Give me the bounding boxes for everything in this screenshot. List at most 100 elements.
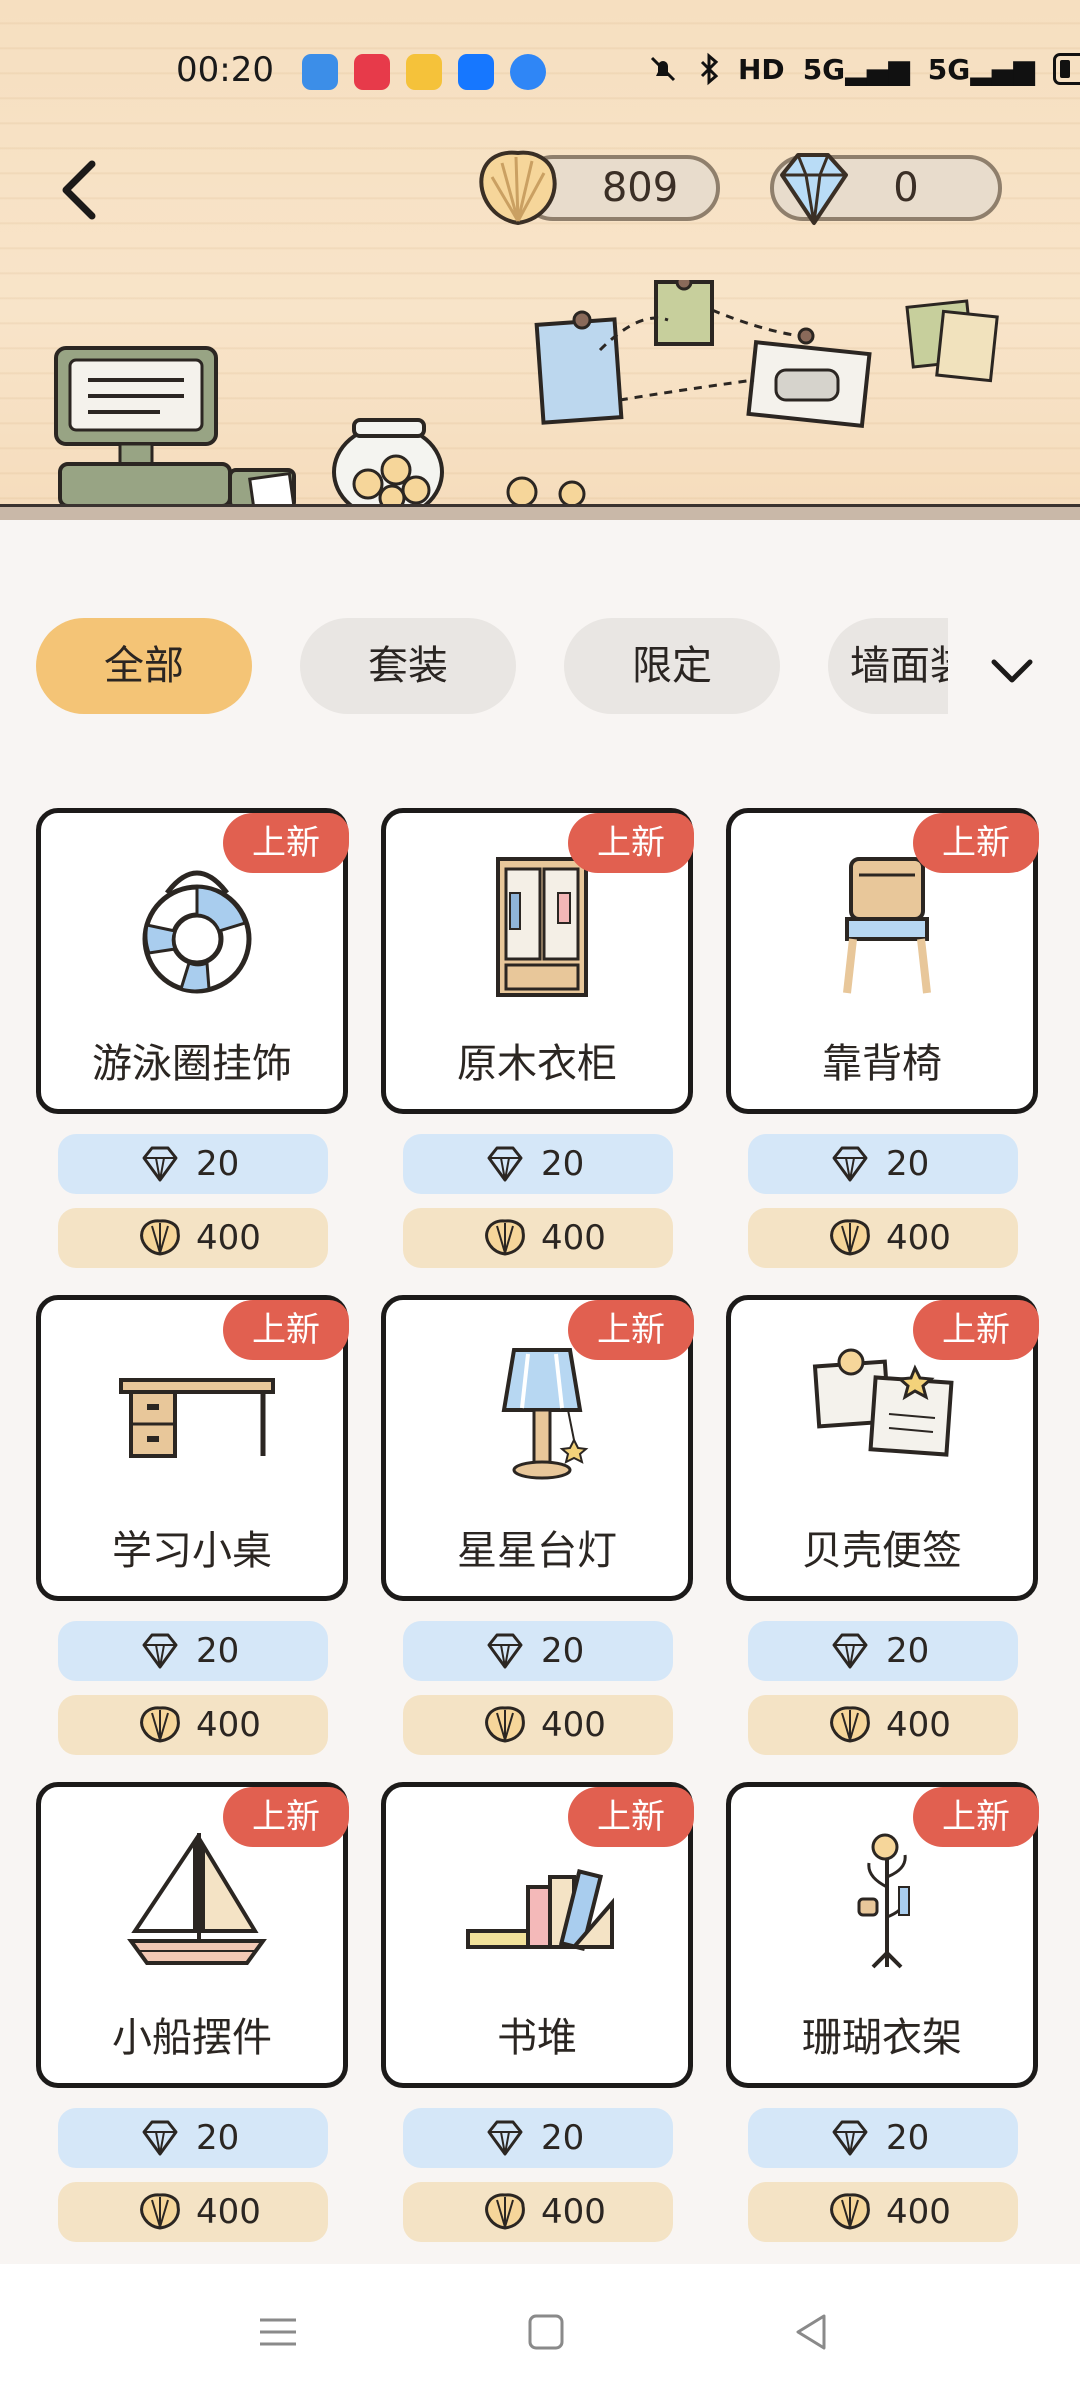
item-name: 书堆 [497,2015,577,2061]
gem-price-button[interactable]: 20 [403,1621,673,1681]
shell-icon [830,1219,870,1256]
shell-balance-value: 809 [601,165,679,211]
item-card[interactable]: 珊瑚衣架 上新 20 400 [726,1782,1044,2252]
shell-price: 400 [541,1218,606,1258]
item-card[interactable]: 靠背椅 上新 20 400 [726,808,1044,1278]
item-card-frame[interactable]: 原木衣柜 上新 [381,808,694,1114]
item-name: 靠背椅 [822,1041,942,1087]
back-icon[interactable] [782,2304,842,2360]
item-card[interactable]: 贝壳便签 上新 20 400 [726,1295,1044,1765]
signal-icon-1: 5G▂▄▆ [802,52,910,86]
gem-price: 20 [196,2118,240,2158]
shell-price: 400 [886,2192,951,2232]
signal-icon-2: 5G▂▄▆ [927,52,1035,86]
gem-price-button[interactable]: 20 [58,2108,328,2168]
status-bar: 00:20 HD 5G▂▄▆ 5G▂▄▆ [0,40,1080,104]
gem-icon [487,1633,523,1669]
back-arrow-icon[interactable] [52,150,112,230]
gem-icon [142,1633,178,1669]
gem-price: 20 [541,1144,585,1184]
shell-notes-icon [812,1348,954,1457]
item-card[interactable]: 星星台灯 上新 20 400 [381,1295,699,1765]
shell-price: 400 [886,1218,951,1258]
system-navigation-bar [0,2264,1080,2400]
shell-price: 400 [196,1705,261,1745]
gem-price-button[interactable]: 20 [748,1621,1018,1681]
item-card-frame[interactable]: 珊瑚衣架 上新 [726,1782,1039,2088]
shell-icon [485,2193,525,2230]
hd-indicator: HD [738,52,785,86]
shell-price: 400 [541,1705,606,1745]
item-card-frame[interactable]: 学习小桌 上新 [36,1295,349,1601]
shell-icon [485,1706,525,1743]
item-card-frame[interactable]: 书堆 上新 [381,1782,694,2088]
shell-price-button[interactable]: 400 [748,2182,1018,2242]
gem-icon [832,2120,868,2156]
item-name: 学习小桌 [112,1528,272,1574]
gem-icon [142,2120,178,2156]
item-card[interactable]: 书堆 上新 20 400 [381,1782,699,2252]
shell-price-button[interactable]: 400 [58,1695,328,1755]
category-tabs: 全部 套装 限定 墙面装 [36,618,956,714]
battery-icon [1052,53,1080,85]
gem-price: 20 [541,1631,585,1671]
gem-price-button[interactable]: 20 [58,1621,328,1681]
gem-price-button[interactable]: 20 [748,2108,1018,2168]
item-name: 星星台灯 [457,1528,617,1574]
shell-price-button[interactable]: 400 [58,2182,328,2242]
item-card-frame[interactable]: 星星台灯 上新 [381,1295,694,1601]
shell-price-button[interactable]: 400 [403,1695,673,1755]
new-badge: 上新 [568,1787,694,1847]
star-lamp-icon [501,1348,589,1480]
video-app-icon [354,54,390,90]
status-time: 00:20 [176,50,274,90]
book-stack-icon [466,1869,614,1951]
gem-icon [832,1633,868,1669]
item-card[interactable]: 游泳圈挂饰 上新 20 400 [36,808,354,1278]
item-card[interactable]: 学习小桌 上新 20 400 [36,1295,354,1765]
shell-price: 400 [886,1705,951,1745]
tab-wall-decor[interactable]: 墙面装 [828,618,956,714]
item-card[interactable]: 原木衣柜 上新 20 400 [381,808,699,1278]
shell-price-button[interactable]: 400 [748,1695,1018,1755]
tab-sets[interactable]: 套装 [300,618,516,714]
gem-price-button[interactable]: 20 [58,1134,328,1194]
swim-ring-icon [142,870,252,994]
bluetooth-icon [700,52,719,86]
new-badge: 上新 [223,1787,349,1847]
coat-rack-icon [857,1833,910,1969]
gem-price-button[interactable]: 20 [403,2108,673,2168]
shell-price-button[interactable]: 400 [748,1208,1018,1268]
item-card[interactable]: 小船摆件 上新 20 400 [36,1782,354,2252]
room-decoration-illustration [54,280,1065,520]
chair-icon [843,857,931,994]
mute-icon [650,56,676,82]
gem-price: 20 [886,1631,930,1671]
system-indicators: HD 5G▂▄▆ 5G▂▄▆ [646,52,1080,86]
shell-price-button[interactable]: 400 [58,1208,328,1268]
header-scene: 00:20 HD 5G▂▄▆ 5G▂▄▆ 809 0 [0,0,1080,520]
gem-icon [487,2120,523,2156]
shell-price-button[interactable]: 400 [403,1208,673,1268]
menu-icon[interactable] [248,2304,308,2360]
item-card-frame[interactable]: 贝壳便签 上新 [726,1295,1039,1601]
expand-categories-chevron-icon[interactable] [980,640,1044,700]
shell-icon [140,1706,180,1743]
new-badge: 上新 [223,1300,349,1360]
shell-icon [140,2193,180,2230]
tab-all[interactable]: 全部 [36,618,252,714]
item-card-frame[interactable]: 游泳圈挂饰 上新 [36,808,349,1114]
item-card-frame[interactable]: 靠背椅 上新 [726,808,1039,1114]
item-card-frame[interactable]: 小船摆件 上新 [36,1782,349,2088]
gem-price-button[interactable]: 20 [403,1134,673,1194]
gem-icon [142,1146,178,1182]
gem-price: 20 [541,2118,585,2158]
home-icon[interactable] [516,2304,576,2360]
shell-icon [830,1706,870,1743]
shell-currency-icon [479,150,557,226]
tab-limited[interactable]: 限定 [564,618,780,714]
gem-price: 20 [196,1144,240,1184]
shell-price-button[interactable]: 400 [403,2182,673,2242]
gem-price-button[interactable]: 20 [748,1134,1018,1194]
gem-currency-icon [780,153,848,225]
